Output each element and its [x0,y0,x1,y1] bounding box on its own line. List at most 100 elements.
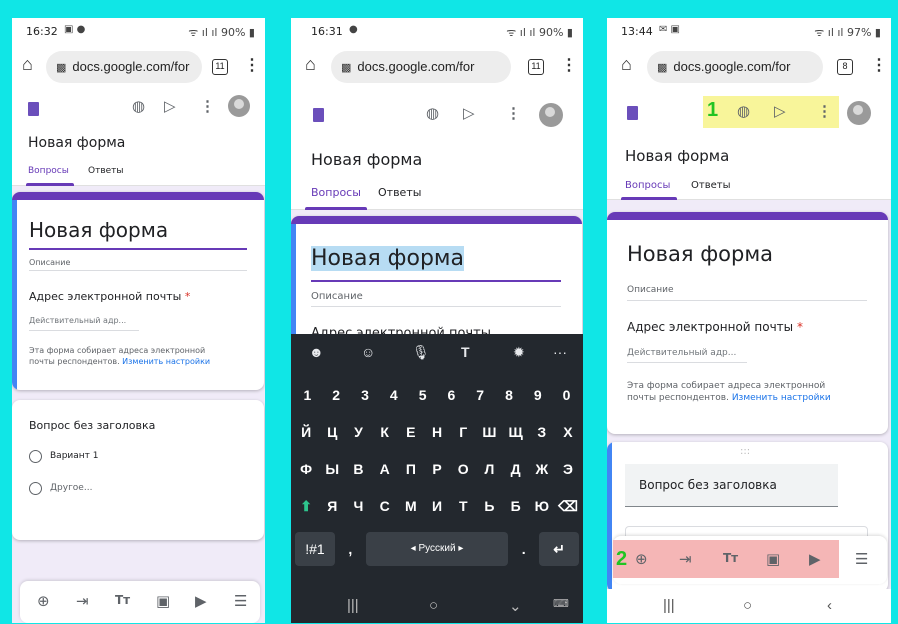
import-questions-icon[interactable]: ⇥ [76,592,89,610]
palette-icon[interactable]: ◍ [132,97,145,115]
key-letter[interactable]: О [452,454,474,484]
question-title[interactable]: Вопрос без заголовка [29,419,155,432]
keyboard-switch-icon[interactable]: ⌨ [553,597,569,610]
import-questions-icon[interactable]: ⇥ [679,550,692,568]
key-letter[interactable]: Е [400,417,422,447]
palette-icon[interactable]: ◍ [737,102,750,120]
browser-menu-icon[interactable]: ⋮ [561,55,577,75]
sticker-icon[interactable]: ☺ [361,344,375,360]
key-8[interactable]: 8 [497,380,522,410]
home-button-icon[interactable]: ○ [429,597,438,614]
add-title-icon[interactable]: Tт [115,593,130,607]
form-title[interactable]: Новая форма [29,218,168,242]
form-title-card[interactable]: Новая форма Описание Адрес электронной п… [291,216,582,346]
key-letter[interactable]: К [374,417,396,447]
key-letter[interactable]: Л [478,454,500,484]
key-letter[interactable]: Й [295,417,317,447]
key-letter[interactable]: Б [505,491,527,521]
forms-logo-icon[interactable] [627,106,638,120]
key-letter[interactable]: Ж [531,454,553,484]
key-letter[interactable]: П [400,454,422,484]
shift-key-icon[interactable]: ⬆ [295,491,317,521]
key-letter[interactable]: Я [321,491,343,521]
key-letter[interactable]: З [531,417,553,447]
key-letter[interactable]: У [347,417,369,447]
key-letter[interactable]: И [426,491,448,521]
key-letter[interactable]: Ш [478,417,500,447]
key-letter[interactable]: Ц [321,417,343,447]
palette-icon[interactable]: ◍ [426,104,439,122]
browser-menu-icon[interactable]: ⋮ [244,55,260,75]
radio-option-1[interactable] [29,450,42,463]
key-letter[interactable]: Э [557,454,579,484]
emoji-icon[interactable]: ☻ [309,344,324,360]
address-field[interactable]: ▩ docs.google.com/for [331,51,511,83]
add-image-icon[interactable]: ▣ [766,550,780,568]
microphone-icon[interactable]: 🎙 [412,344,430,361]
form-title-card[interactable]: Новая форма Описание Адрес электронной п… [607,212,888,434]
form-description[interactable]: Описание [627,285,674,295]
enter-key-icon[interactable]: ↵ [539,532,580,566]
avatar[interactable] [539,103,563,127]
key-letter[interactable]: Г [452,417,474,447]
key-letter[interactable]: Ф [295,454,317,484]
send-icon[interactable]: ▷ [164,97,176,115]
form-description[interactable]: Описание [29,258,70,267]
text-style-icon[interactable]: T [461,344,470,360]
key-2[interactable]: 2 [324,380,349,410]
key-letter[interactable]: Т [452,491,474,521]
form-title[interactable]: Новая форма [627,242,773,266]
period-key[interactable]: . [512,532,535,566]
home-icon[interactable]: ⌂ [22,54,33,75]
avatar[interactable] [847,101,871,125]
key-7[interactable]: 7 [468,380,493,410]
key-letter[interactable]: В [347,454,369,484]
tab-responses[interactable]: Ответы [88,166,124,176]
key-letter[interactable]: Х [557,417,579,447]
add-question-icon[interactable]: ⊕ [635,550,648,568]
option-1-label[interactable]: Вариант 1 [50,451,98,461]
form-title-selected[interactable]: Новая форма [311,246,464,271]
key-letter[interactable]: С [374,491,396,521]
avatar[interactable] [228,95,250,117]
add-image-icon[interactable]: ▣ [156,592,170,610]
recent-apps-icon[interactable]: ||| [663,597,675,614]
home-icon[interactable]: ⌂ [621,54,632,75]
tab-switcher-button[interactable]: 11 [212,59,228,75]
change-settings-link[interactable]: Изменить настройки [122,357,210,366]
tab-responses[interactable]: Ответы [378,186,421,199]
key-letter[interactable]: Н [426,417,448,447]
add-section-icon[interactable]: ☰ [234,592,247,610]
more-options-icon[interactable]: ⋮ [506,104,521,122]
drag-handle-icon[interactable]: ::: [740,446,750,457]
address-field[interactable]: ▩ docs.google.com/for [647,51,823,83]
key-3[interactable]: 3 [353,380,378,410]
settings-gear-icon[interactable]: ✹ [513,344,525,361]
recent-apps-icon[interactable]: ||| [347,597,359,614]
symbols-key[interactable]: !#1 [295,532,335,566]
change-settings-link[interactable]: Изменить настройки [732,393,831,403]
question-title[interactable]: Вопрос без заголовка [639,478,777,492]
backspace-key-icon[interactable]: ⌫ [557,491,579,521]
key-letter[interactable]: Ь [478,491,500,521]
add-video-icon[interactable]: ▶ [195,592,207,610]
key-letter[interactable]: Ю [531,491,553,521]
key-letter[interactable]: Ы [321,454,343,484]
key-9[interactable]: 9 [525,380,550,410]
hide-keyboard-icon[interactable]: ⌄ [509,597,522,615]
more-options-icon[interactable]: ⋮ [200,97,215,115]
key-letter[interactable]: Д [505,454,527,484]
key-letter[interactable]: Ч [347,491,369,521]
form-description[interactable]: Описание [311,291,363,302]
question-card[interactable]: Вопрос без заголовка Вариант 1 Другое... [12,400,264,540]
home-icon[interactable]: ⌂ [305,54,316,75]
form-title-card[interactable]: Новая форма Описание Адрес электронной п… [12,192,264,390]
option-other-label[interactable]: Другое... [50,483,92,493]
key-letter[interactable]: М [400,491,422,521]
add-title-icon[interactable]: Tт [723,551,738,565]
key-0[interactable]: 0 [554,380,579,410]
more-options-icon[interactable]: ⋮ [817,102,832,120]
address-field[interactable]: ▩ docs.google.com/for [46,51,202,83]
key-5[interactable]: 5 [410,380,435,410]
add-section-icon[interactable]: ☰ [855,550,868,568]
